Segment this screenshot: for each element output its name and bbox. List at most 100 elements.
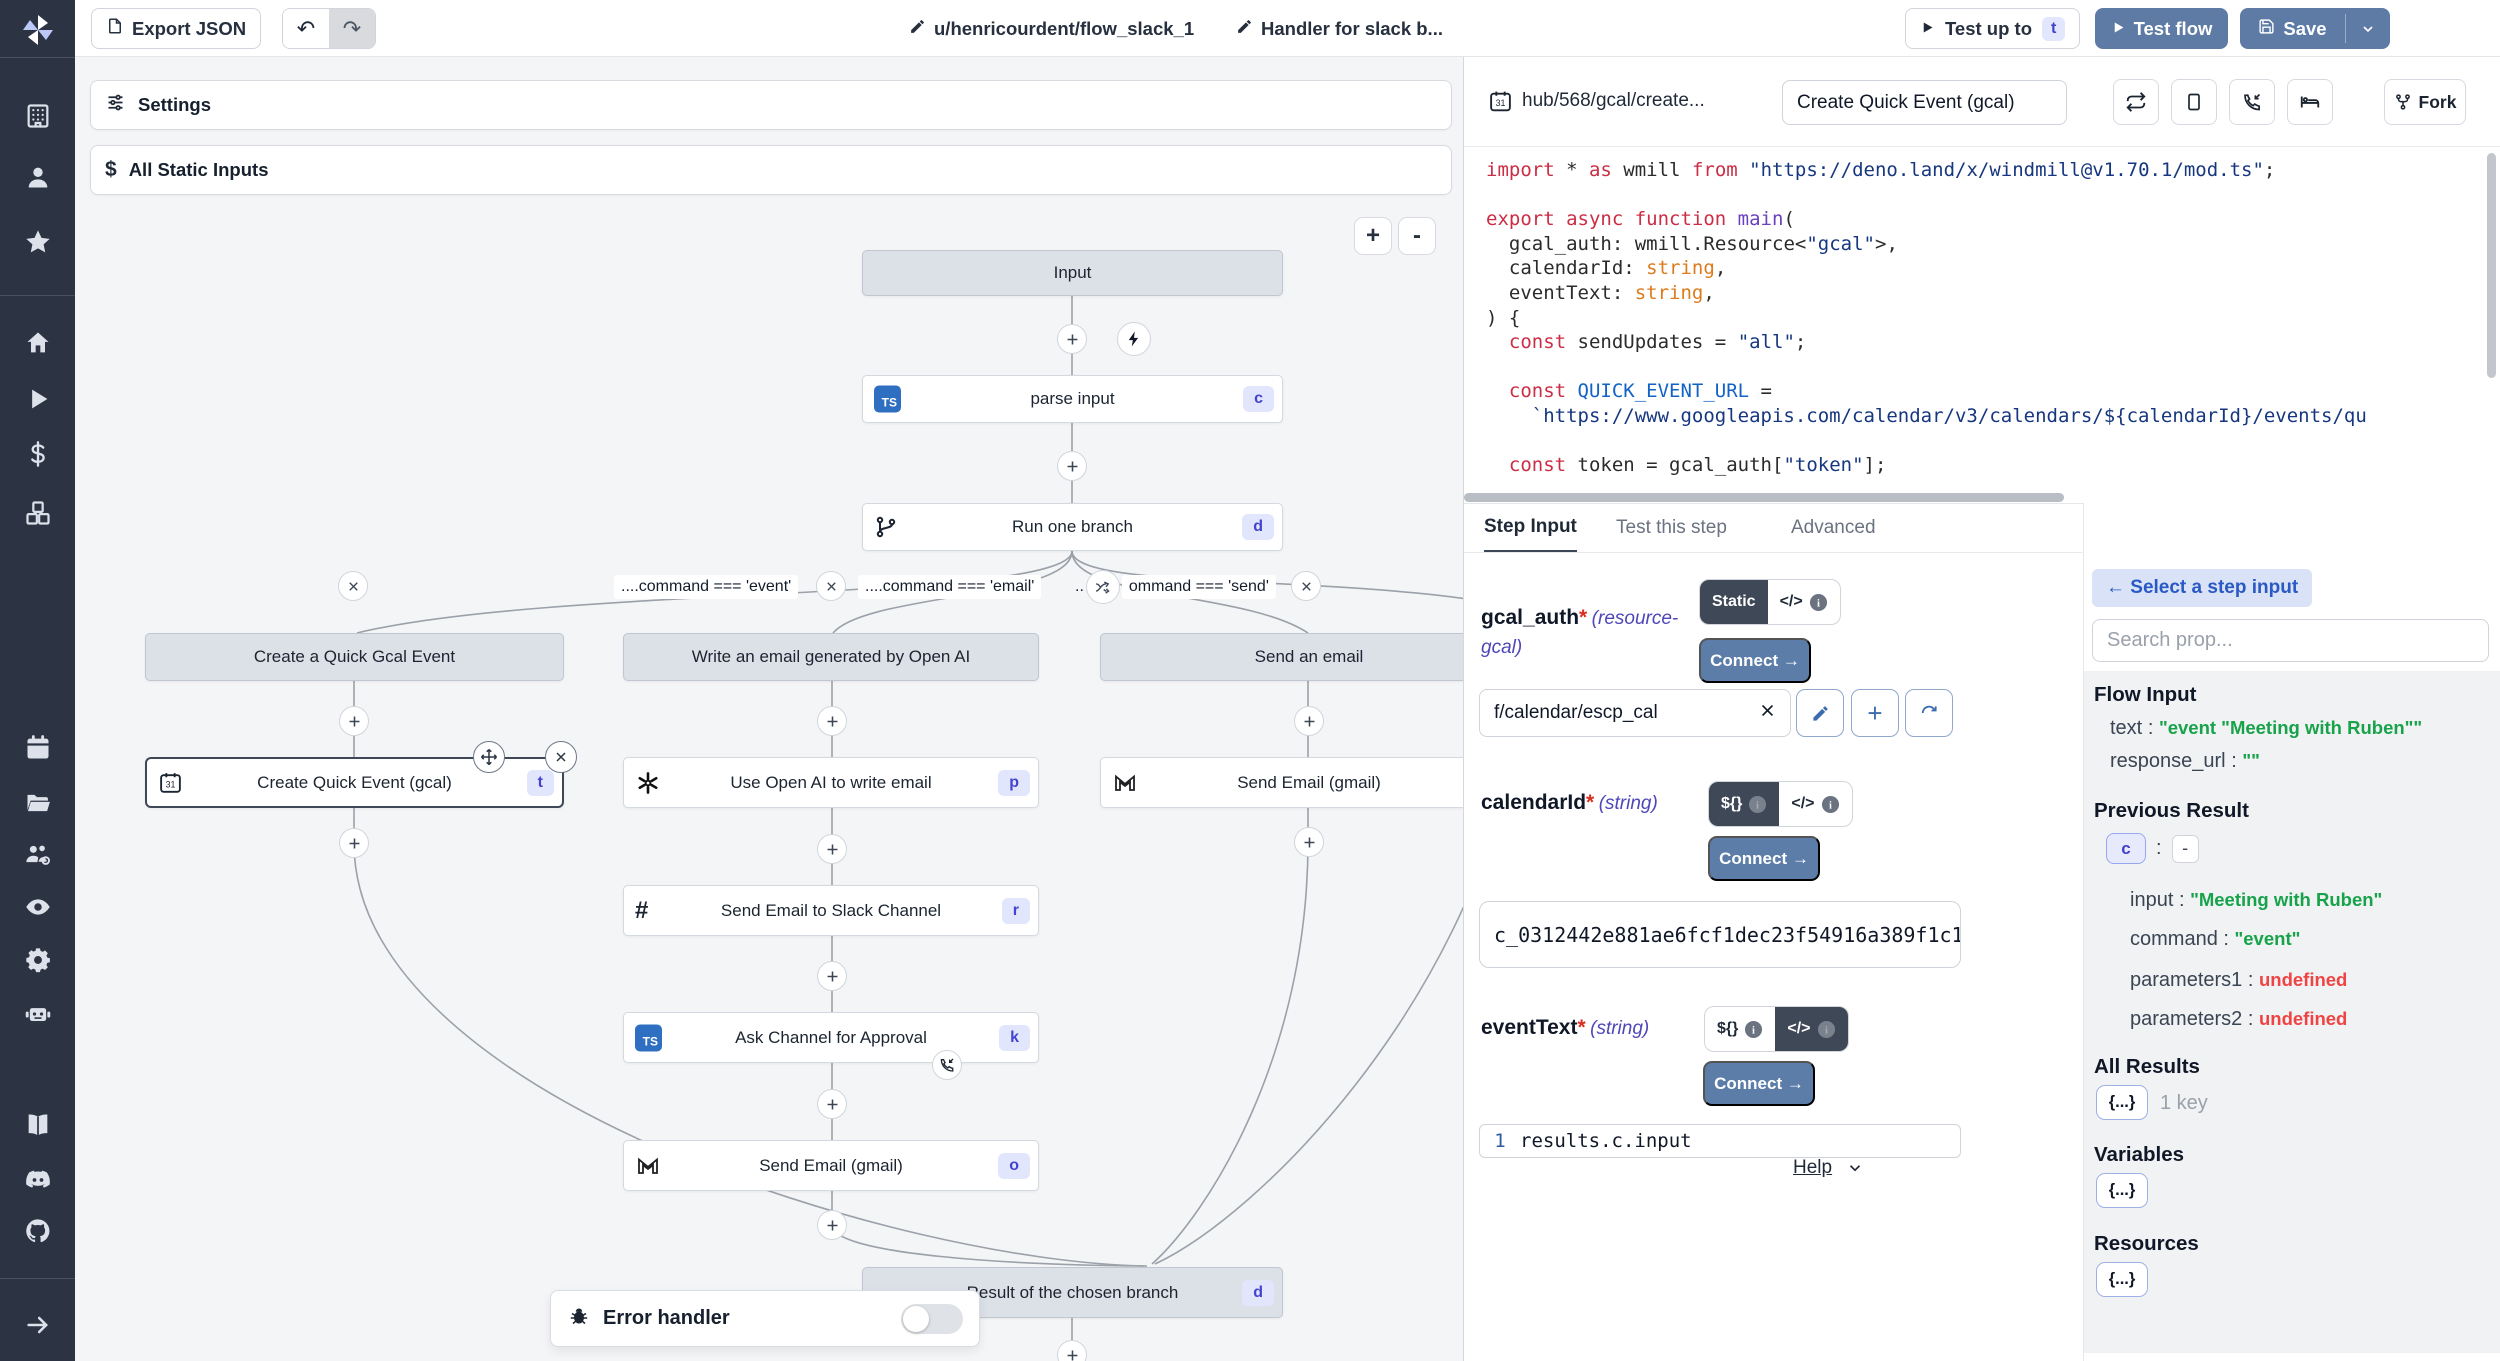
error-handler-toggle[interactable] xyxy=(901,1304,963,1334)
add-step-icon[interactable] xyxy=(339,828,369,858)
collapse-button[interactable]: - xyxy=(2172,835,2199,863)
resources-expand-button[interactable]: {...} xyxy=(2096,1262,2148,1297)
add-step-icon[interactable] xyxy=(817,834,847,864)
variables-dollar-icon[interactable] xyxy=(24,440,52,468)
flow-path-breadcrumb[interactable]: u/henricourdent/flow_slack_1 xyxy=(909,0,1194,57)
remove-branch-icon[interactable] xyxy=(1291,571,1321,601)
event-text-connect-button[interactable]: Connect → xyxy=(1703,1061,1815,1106)
branch-handle-icon[interactable] xyxy=(1086,570,1120,604)
calendar-id-connect-button[interactable]: Connect → xyxy=(1708,836,1820,881)
prop-row-response-url[interactable]: response_url : "" xyxy=(2110,750,2260,773)
add-step-icon[interactable] xyxy=(1057,324,1087,354)
branch-header-openai[interactable]: Write an email generated by Open AI xyxy=(623,633,1039,681)
gcal-auth-resource-input[interactable]: f/calendar/escp_cal xyxy=(1479,689,1791,737)
save-button[interactable]: Save xyxy=(2240,8,2345,49)
hub-script-path[interactable]: hub/568/gcal/create... xyxy=(1522,90,1705,112)
retries-repeat-icon[interactable] xyxy=(2113,79,2159,125)
event-text-expression-input[interactable]: 1 results.c.input xyxy=(1479,1124,1961,1158)
github-icon[interactable] xyxy=(24,1217,52,1245)
horizontal-scrollbar[interactable] xyxy=(1464,493,2064,502)
branch-header-send[interactable]: Send an email xyxy=(1100,633,1463,681)
calendar-id-mode-toggle[interactable]: ${} i </> i xyxy=(1708,781,1853,827)
vertical-scrollbar[interactable] xyxy=(2487,153,2496,378)
javascript-mode-segment[interactable]: </> i xyxy=(1775,1007,1847,1051)
concurrency-square-icon[interactable] xyxy=(2171,79,2217,125)
flow-settings-bar[interactable]: Settings xyxy=(90,80,1452,130)
refresh-icon[interactable] xyxy=(1905,689,1953,737)
fork-button[interactable]: Fork xyxy=(2384,79,2466,125)
clear-x-icon[interactable] xyxy=(1759,702,1776,725)
node-flow-input[interactable]: Input xyxy=(862,250,1283,296)
export-json-button[interactable]: Export JSON xyxy=(91,8,261,49)
delete-step-icon[interactable] xyxy=(545,741,577,773)
windmill-logo-icon[interactable] xyxy=(18,10,58,50)
step-id-badge[interactable]: c xyxy=(2106,833,2146,864)
add-step-icon[interactable] xyxy=(339,706,369,736)
help-link[interactable]: Help xyxy=(1793,1157,1864,1179)
test-up-to-button[interactable]: Test up to t xyxy=(1905,8,2080,49)
node-parse-input[interactable]: TS parse input c xyxy=(862,375,1283,423)
tab-step-input[interactable]: Step Input xyxy=(1484,504,1577,552)
redo-icon[interactable]: ↷ xyxy=(329,9,375,48)
trigger-lightning-icon[interactable] xyxy=(1117,322,1151,356)
prop-row-text[interactable]: text : "event "Meeting with Ruben"" xyxy=(2110,717,2422,740)
expand-arrow-right-icon[interactable] xyxy=(24,1311,52,1339)
node-send-email-gmail-right[interactable]: Send Email (gmail) xyxy=(1100,757,1463,808)
workspace-building-icon[interactable] xyxy=(24,102,52,130)
audit-eye-icon[interactable] xyxy=(24,893,52,921)
node-ask-channel-approval[interactable]: TS Ask Channel for Approval k xyxy=(623,1012,1039,1063)
edit-resource-pencil-icon[interactable] xyxy=(1796,689,1844,737)
static-mode-segment[interactable]: Static xyxy=(1700,580,1768,624)
prop-row-input[interactable]: input : "Meeting with Ruben" xyxy=(2130,889,2382,912)
sleep-bed-icon[interactable] xyxy=(2287,79,2333,125)
node-send-email-slack[interactable]: # Send Email to Slack Channel r xyxy=(623,885,1039,936)
variables-expand-button[interactable]: {...} xyxy=(2096,1173,2148,1208)
resources-cubes-icon[interactable] xyxy=(24,499,52,527)
gcal-auth-connect-button[interactable]: Connect → xyxy=(1699,638,1811,683)
javascript-mode-segment[interactable]: </> i xyxy=(1768,580,1840,624)
move-step-icon[interactable] xyxy=(473,741,505,773)
docs-book-icon[interactable] xyxy=(24,1111,52,1139)
add-step-icon[interactable] xyxy=(817,706,847,736)
user-icon[interactable] xyxy=(24,163,52,191)
flow-canvas[interactable]: Settings $ All Static Inputs + - Input T… xyxy=(75,57,1463,1361)
tab-test-this-step[interactable]: Test this step xyxy=(1616,504,1727,552)
add-step-icon[interactable] xyxy=(817,961,847,991)
suspend-phone-icon[interactable] xyxy=(2229,79,2275,125)
javascript-mode-segment[interactable]: </> i xyxy=(1779,782,1851,826)
home-icon[interactable] xyxy=(24,329,52,357)
save-dropdown-chevron-icon[interactable] xyxy=(2346,8,2390,49)
add-resource-plus-icon[interactable]: + xyxy=(1851,689,1899,737)
remove-branch-icon[interactable] xyxy=(816,571,846,601)
add-step-icon[interactable] xyxy=(817,1210,847,1240)
groups-users-gear-icon[interactable] xyxy=(24,840,52,868)
add-step-icon[interactable] xyxy=(1057,451,1087,481)
event-text-mode-toggle[interactable]: ${} i </> i xyxy=(1704,1006,1849,1052)
zoom-out-button[interactable]: - xyxy=(1398,217,1436,255)
node-send-email-gmail-mid[interactable]: Send Email (gmail) o xyxy=(623,1140,1039,1191)
calendar-id-value-input[interactable]: c_0312442e881ae6fcf1dec23f54916a389f1c17… xyxy=(1479,901,1961,968)
undo-icon[interactable]: ↶ xyxy=(283,9,329,48)
prop-row-parameters2[interactable]: parameters2 : undefined xyxy=(2130,1008,2347,1031)
all-results-expand-button[interactable]: {...} xyxy=(2096,1085,2148,1120)
remove-branch-icon[interactable] xyxy=(338,571,368,601)
template-mode-segment[interactable]: ${} i xyxy=(1709,782,1779,826)
discord-icon[interactable] xyxy=(24,1166,52,1194)
workers-robot-icon[interactable] xyxy=(24,1000,52,1028)
node-openai-write-email[interactable]: Use Open AI to write email p xyxy=(623,757,1039,808)
template-mode-segment[interactable]: ${} i xyxy=(1705,1007,1775,1051)
node-run-one-branch[interactable]: Run one branch d xyxy=(862,503,1283,551)
prop-row-parameters1[interactable]: parameters1 : undefined xyxy=(2130,969,2347,992)
zoom-in-button[interactable]: + xyxy=(1354,217,1392,255)
runs-play-icon[interactable] xyxy=(24,385,52,413)
prop-row-command[interactable]: command : "event" xyxy=(2130,928,2300,951)
folders-icon[interactable] xyxy=(24,789,52,817)
test-flow-button[interactable]: Test flow xyxy=(2095,8,2228,49)
gcal-auth-mode-toggle[interactable]: Static </> i xyxy=(1699,579,1841,625)
add-step-icon[interactable] xyxy=(817,1089,847,1119)
tab-advanced[interactable]: Advanced xyxy=(1791,504,1876,552)
add-step-icon[interactable] xyxy=(1294,706,1324,736)
code-editor[interactable]: import * as wmill from "https://deno.lan… xyxy=(1464,147,2500,503)
suspend-phone-icon[interactable] xyxy=(932,1050,962,1080)
schedules-calendar-icon[interactable] xyxy=(24,734,52,762)
